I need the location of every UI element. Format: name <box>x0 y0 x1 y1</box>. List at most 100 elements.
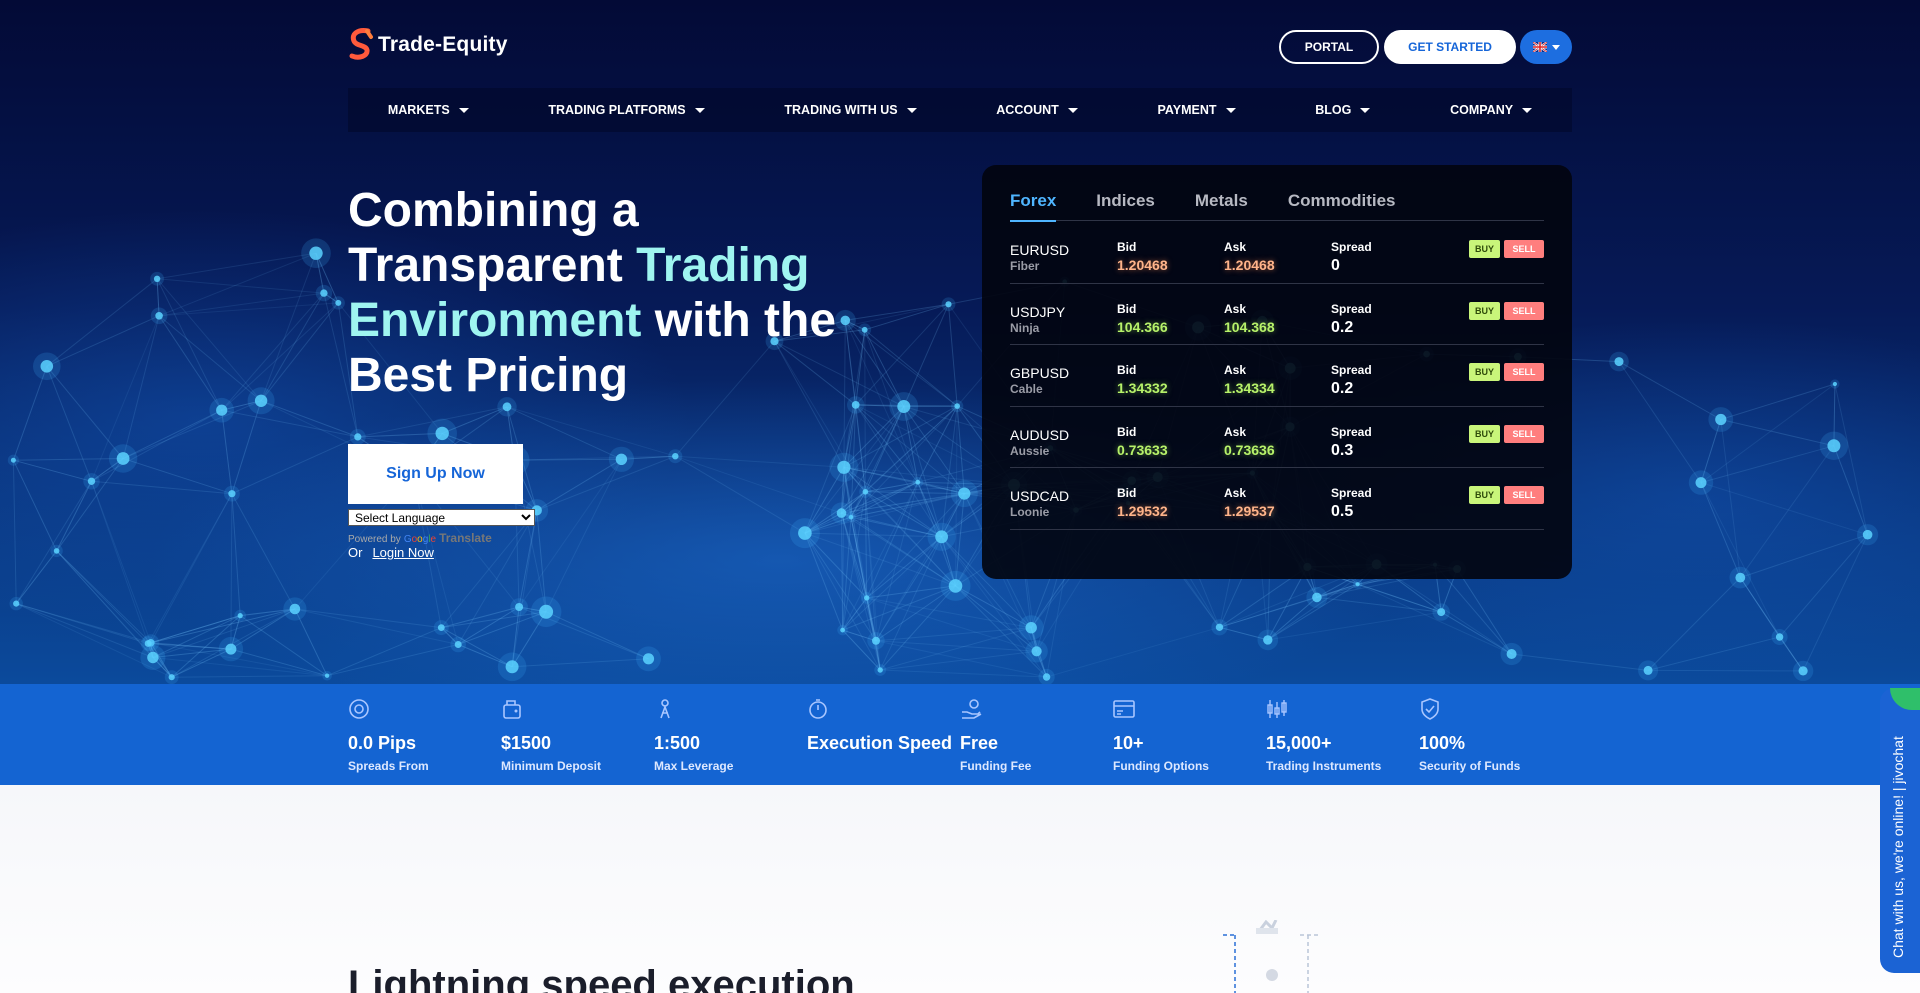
ask-label: Ask <box>1224 363 1247 377</box>
ask-label: Ask <box>1224 486 1247 500</box>
nav-item-trading-platforms[interactable]: TRADING PLATFORMS <box>548 103 705 117</box>
nav-item-label: TRADING PLATFORMS <box>548 103 686 117</box>
quotes-table: EURUSD Fiber Bid 1.20468 Ask 1.20468 Spread 0 BU… <box>1010 222 1544 530</box>
nav-item-markets[interactable]: MARKETS <box>388 103 469 117</box>
spread-value: 0.2 <box>1331 380 1354 397</box>
leverage-icon <box>660 699 670 719</box>
target-icon <box>349 699 369 719</box>
caret-down-icon <box>906 107 917 113</box>
nav-item-label: COMPANY <box>1450 103 1514 117</box>
nav-item-company[interactable]: COMPANY <box>1450 103 1533 117</box>
quote-symbol: EURUSD <box>1010 242 1070 258</box>
language-select[interactable]: Select Language <box>348 509 535 526</box>
spread-label: Spread <box>1331 424 1372 439</box>
stats-bar: 0.0 Pips Spreads From $1500 Minimum Deposit… <box>0 684 1920 785</box>
tab-indices[interactable]: Indices <box>1096 191 1155 222</box>
brand-logo[interactable]: Trade-Equity <box>348 28 508 62</box>
nav-item-label: MARKETS <box>387 103 450 117</box>
quote-symbol: USDJPY <box>1010 303 1066 320</box>
lower-section: Lightning speed execution <box>0 785 1920 993</box>
card-icon <box>1113 700 1135 718</box>
caret-down-icon <box>458 107 469 113</box>
ask-value: 1.20468 <box>1224 257 1275 273</box>
sell-button[interactable]: SELL <box>1504 486 1544 504</box>
bid-value: 1.20468 <box>1117 257 1168 273</box>
quote-symbol: USDCAD <box>1010 488 1070 504</box>
quotes-panel: Forex Indices Metals Commodities EURUSD Fibe… <box>982 165 1572 579</box>
uk-flag-icon <box>1532 42 1547 52</box>
tab-forex[interactable]: Forex <box>1010 191 1057 222</box>
nav-item-payment[interactable]: PAYMENT <box>1158 103 1236 117</box>
spread-label: Spread <box>1331 240 1372 254</box>
quote-row: USDCAD Loonie Bid 1.29532 Ask 1.29537 Spread 0.… <box>1010 468 1544 530</box>
quote-row: USDJPY Ninja Bid 104.366 Ask 104.368 Spread 0.2… <box>1010 284 1544 345</box>
bid-value: 1.34332 <box>1117 380 1168 396</box>
stat-value: 15,000+ <box>1266 733 1332 753</box>
caret-down-icon <box>1360 107 1371 113</box>
stat-label: Funding Options <box>1113 759 1209 773</box>
nav-item-label: TRADING WITH US <box>784 103 898 117</box>
stat-value: Execution Speed <box>807 733 953 753</box>
stat-item: 0.0 Pips Spreads From <box>348 698 498 773</box>
nav-item-trading-with-us[interactable]: TRADING WITH US <box>784 103 917 117</box>
translate-link[interactable]: Translate <box>439 531 492 545</box>
stat-value: 100% <box>1419 733 1466 753</box>
bid-value: 0.73633 <box>1117 441 1168 458</box>
spread-value: 0 <box>1331 257 1340 274</box>
quote-row: GBPUSD Cable Bid 1.34332 Ask 1.34334 Spread 0.2… <box>1010 345 1544 407</box>
sign-up-button[interactable]: Sign Up Now <box>348 444 523 504</box>
chat-widget[interactable]: Chat with us, we're online! | jivochat <box>1880 688 1920 973</box>
stat-item: $1500 Minimum Deposit <box>501 698 651 773</box>
language-button[interactable] <box>1520 30 1572 64</box>
get-started-button[interactable]: GET STARTED <box>1384 30 1516 64</box>
sell-button[interactable]: SELL <box>1504 424 1544 443</box>
ask-value: 1.29537 <box>1224 503 1275 519</box>
nav-item-label: ACCOUNT <box>996 103 1059 117</box>
wallet-icon <box>503 700 521 719</box>
sell-button[interactable]: SELL <box>1504 240 1544 258</box>
bid-label: Bid <box>1117 486 1137 500</box>
nav-item-blog[interactable]: BLOG <box>1315 103 1371 117</box>
buy-button[interactable]: BUY <box>1469 363 1500 381</box>
nav-item-account[interactable]: ACCOUNT <box>996 103 1078 117</box>
quote-nickname: Cable <box>1010 382 1043 396</box>
quote-nickname: Loonie <box>1010 505 1050 519</box>
stat-label: Security of Funds <box>1419 759 1521 773</box>
section-title: Lightning speed execution <box>348 963 855 993</box>
chat-leaf-icon <box>1890 688 1920 710</box>
powered-by-text: Powered by <box>348 534 401 545</box>
candles-icon <box>1267 700 1287 718</box>
logo-mark-icon <box>349 28 373 60</box>
headline-part-1: Combining a <box>348 184 639 237</box>
buy-button[interactable]: BUY <box>1469 486 1500 504</box>
spread-value: 0.3 <box>1331 441 1354 459</box>
stat-item: Execution Speed <box>807 698 957 759</box>
login-link[interactable]: Login Now <box>372 545 433 560</box>
nav-item-label: BLOG <box>1315 103 1352 117</box>
stat-value: $1500 <box>501 733 552 753</box>
spread-value: 0.2 <box>1331 318 1354 336</box>
spread-label: Spread <box>1331 363 1372 377</box>
spread-label: Spread <box>1331 486 1372 500</box>
headline-part-2: Transparent <box>348 239 623 292</box>
buy-button[interactable]: BUY <box>1469 240 1500 258</box>
bid-label: Bid <box>1117 240 1137 254</box>
stat-label: Spreads From <box>348 759 429 773</box>
caret-down-icon <box>1522 107 1533 113</box>
portal-button[interactable]: PORTAL <box>1279 30 1379 64</box>
buy-button[interactable]: BUY <box>1469 424 1500 443</box>
caret-down-icon <box>1067 107 1078 113</box>
hero-headline: Combining a Transparent Trading Environm… <box>348 183 908 403</box>
quote-nickname: Aussie <box>1010 443 1050 458</box>
ask-value: 0.73636 <box>1224 441 1275 458</box>
buy-button[interactable]: BUY <box>1469 301 1500 320</box>
tab-metals[interactable]: Metals <box>1195 191 1248 222</box>
ask-label: Ask <box>1224 240 1247 254</box>
chevron-down-icon <box>1551 44 1560 50</box>
ask-label: Ask <box>1224 424 1247 439</box>
quote-nickname: Fiber <box>1010 259 1040 273</box>
sell-button[interactable]: SELL <box>1504 301 1544 320</box>
stat-value: 1:500 <box>654 733 701 753</box>
sell-button[interactable]: SELL <box>1504 363 1544 381</box>
tab-commodities[interactable]: Commodities <box>1288 191 1396 222</box>
